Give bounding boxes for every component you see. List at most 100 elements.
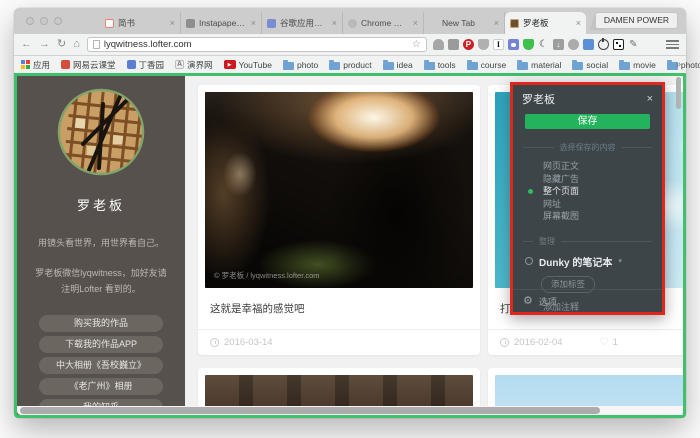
youtube-icon: ▶	[224, 60, 236, 69]
bookmark-youtube[interactable]: ▶ YouTube	[224, 60, 272, 70]
tab-luolaoban-active[interactable]: 罗老板 ×	[505, 12, 586, 34]
profile-button[interactable]: DAMEN POWER	[595, 12, 678, 29]
bookmark-star-icon[interactable]: ☆	[412, 39, 421, 50]
close-icon[interactable]: ×	[647, 93, 653, 105]
blue-app-extension-icon[interactable]	[583, 39, 594, 50]
bookmark-folder-course[interactable]: course	[467, 60, 507, 70]
folder-icon	[329, 62, 340, 70]
instapaper-extension-icon[interactable]: I	[493, 39, 504, 50]
tab-close-icon[interactable]: ×	[494, 18, 499, 28]
bookmark-apps[interactable]: 应用	[21, 59, 50, 71]
bookmark-folder-idea[interactable]: idea	[383, 60, 413, 70]
gear-icon[interactable]: ⚙	[523, 296, 533, 307]
back-icon[interactable]: ←	[21, 39, 32, 50]
folder-icon	[619, 62, 630, 70]
photo-watermark: © 罗老板 / lyqwitness.lofter.com	[214, 270, 320, 281]
tab-bar: 简书 × Instapaper - Chrom... × 谷歌应用商店_百度搜.…	[14, 8, 686, 34]
bookmark-folder-social[interactable]: social	[572, 60, 608, 70]
bookmark-folder-product[interactable]: product	[329, 60, 371, 70]
bookmark-folder-tools[interactable]: tools	[424, 60, 456, 70]
tab-google-store[interactable]: 谷歌应用商店_百度搜... ×	[262, 12, 343, 34]
panda-extension-icon[interactable]	[508, 39, 519, 50]
sidebar-button-album-school[interactable]: 中大相册《吾校巍立》	[39, 357, 163, 374]
moon-extension-icon[interactable]: ☾	[538, 39, 549, 50]
home-icon[interactable]: ⌂	[73, 39, 80, 50]
tab-close-icon[interactable]: ×	[170, 18, 175, 28]
bookmark-wangyi[interactable]: 网易云课堂	[61, 59, 116, 71]
folder-icon	[467, 62, 478, 70]
blog-bio: 用镜头看世界，用世界看自己。	[17, 236, 185, 250]
option-url[interactable]: 网址	[513, 198, 662, 211]
bookmarks-overflow-icon[interactable]: »	[675, 59, 681, 70]
option-screenshot[interactable]: 屏幕截图	[513, 210, 662, 223]
tab-close-icon[interactable]: ×	[332, 18, 337, 28]
window-zoom-button[interactable]	[54, 17, 62, 25]
tab-jianshu[interactable]: 简书 ×	[100, 12, 181, 34]
sidebar-button-download-app[interactable]: 下载我的作品APP	[39, 336, 163, 353]
power-extension-icon[interactable]	[598, 39, 609, 50]
sidebar-button-buy-works[interactable]: 购买我的作品	[39, 315, 163, 332]
lofter-favicon-icon	[510, 19, 519, 28]
options-label: 选项	[539, 295, 557, 308]
site-icon	[61, 60, 70, 69]
option-full-page[interactable]: 整个页面	[513, 185, 662, 198]
download-extension-icon[interactable]: ↓	[553, 39, 564, 50]
hand-extension-icon[interactable]	[433, 39, 444, 50]
window-close-button[interactable]	[26, 17, 34, 25]
folder-icon	[424, 62, 435, 70]
forward-icon[interactable]: →	[39, 39, 50, 50]
circle-extension-icon[interactable]	[568, 39, 579, 50]
clipper-options-row[interactable]: ⚙ 选项	[513, 289, 662, 312]
address-bar[interactable]: lyqwitness.lofter.com ☆	[87, 37, 427, 52]
horizontal-scrollbar[interactable]	[17, 406, 683, 415]
post-card[interactable]: © 罗老板 / lyqwitness.lofter.com 这就是幸福的感觉吧 …	[198, 85, 480, 355]
bookmark-folder-material[interactable]: material	[517, 60, 561, 70]
qr-extension-icon[interactable]	[613, 39, 624, 50]
tab-instapaper[interactable]: Instapaper - Chrom... ×	[181, 12, 262, 34]
menu-icon[interactable]	[666, 40, 679, 49]
sidebar-button-album-guangzhou[interactable]: 《老广州》相册	[39, 378, 163, 395]
bookmark-dingxiangyuan[interactable]: 丁香园	[127, 59, 165, 71]
window-controls	[26, 17, 62, 25]
tab-close-icon[interactable]: ×	[251, 18, 256, 28]
tab-close-icon[interactable]: ×	[413, 18, 418, 28]
avatar[interactable]	[17, 88, 185, 181]
folder-icon	[517, 62, 528, 70]
store-favicon-icon	[267, 19, 276, 28]
clock-icon	[500, 338, 509, 347]
blog-bio-contact: 罗老板微信lyqwitness，加好友请注明Lofter 看到的。	[17, 266, 185, 297]
option-article[interactable]: 网页正文	[513, 160, 662, 173]
notebook-selector[interactable]: Dunky 的笔记本 ▾	[525, 254, 662, 269]
page-icon	[93, 40, 100, 49]
bookmark-folder-photo[interactable]: photo	[283, 60, 318, 70]
tab-new-tab[interactable]: New Tab ×	[424, 12, 505, 34]
vertical-scrollbar-thumb[interactable]	[676, 77, 681, 109]
notebook-icon	[525, 257, 533, 265]
horizontal-scrollbar-thumb[interactable]	[20, 407, 600, 414]
heart-icon[interactable]: ♡	[600, 337, 609, 348]
reload-icon[interactable]: ↻	[57, 39, 66, 50]
extension-bar: P I ☾ ↓ ✎	[433, 39, 679, 50]
like-count: 1	[613, 337, 618, 348]
pinterest-extension-icon[interactable]: P	[463, 39, 474, 50]
webstore-favicon-icon	[348, 19, 357, 28]
bookmark-folder-photography[interactable]: photography	[667, 60, 700, 70]
bookmark-yanjiewang[interactable]: A 演界网	[175, 59, 213, 71]
escalator-photo[interactable]: © 罗老板 / lyqwitness.lofter.com	[205, 92, 473, 288]
url-text[interactable]: lyqwitness.lofter.com	[104, 39, 408, 50]
post-date: 2016-03-14	[224, 337, 273, 348]
folder-icon	[283, 62, 294, 70]
evernote-extension-icon[interactable]	[448, 39, 459, 50]
folder-icon	[383, 62, 394, 70]
option-hide-ads[interactable]: 隐藏广告	[513, 173, 662, 186]
pen-extension-icon[interactable]: ✎	[628, 39, 639, 50]
tab-chrome-webstore[interactable]: Chrome 网上应用店 ×	[343, 12, 424, 34]
apps-grid-icon	[21, 60, 30, 69]
green-shield-extension-icon[interactable]	[523, 39, 534, 50]
window-minimize-button[interactable]	[40, 17, 48, 25]
save-button[interactable]: 保存	[525, 114, 650, 129]
browser-toolbar: ← → ↻ ⌂ lyqwitness.lofter.com ☆ P I ☾ ↓	[14, 34, 686, 56]
shield-extension-icon[interactable]	[478, 39, 489, 50]
bookmark-folder-movie[interactable]: movie	[619, 60, 656, 70]
tab-close-icon[interactable]: ×	[576, 18, 581, 28]
